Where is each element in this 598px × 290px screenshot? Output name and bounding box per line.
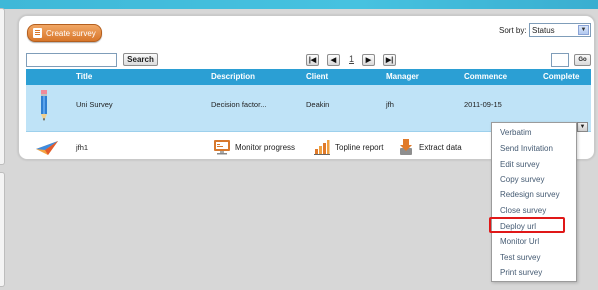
- menu-item-test-survey[interactable]: Test survey: [500, 253, 540, 262]
- column-client[interactable]: Client: [306, 72, 328, 81]
- row-manager: jfh: [386, 100, 394, 109]
- topline-report-action[interactable]: Topline report: [314, 139, 383, 155]
- extract-data-label: Extract data: [419, 142, 462, 152]
- menu-item-redesign-survey[interactable]: Redesign survey: [500, 190, 560, 199]
- left-side-tab-lower: [0, 172, 5, 287]
- sort-by-select[interactable]: Status ▼: [529, 23, 591, 37]
- row-description: Decision factor...: [211, 100, 267, 109]
- page-number[interactable]: 1: [349, 54, 354, 64]
- highlight-annotation: [489, 217, 565, 233]
- chevron-down-icon[interactable]: ▼: [578, 25, 589, 35]
- top-banner: [0, 0, 598, 9]
- action-menu-toggle[interactable]: ▼: [577, 122, 588, 132]
- column-commence[interactable]: Commence: [464, 72, 507, 81]
- go-button[interactable]: Go: [574, 54, 591, 66]
- row-commence: 2011-09-15: [464, 100, 502, 109]
- menu-item-monitor-url[interactable]: Monitor Url: [500, 237, 539, 246]
- topline-report-label: Topline report: [335, 142, 384, 152]
- create-survey-button[interactable]: Create survey: [27, 24, 102, 42]
- menu-item-edit-survey[interactable]: Edit survey: [500, 160, 540, 169]
- next-page-icon[interactable]: ▶: [362, 54, 375, 66]
- sort-by-value: Status: [532, 25, 555, 35]
- menu-item-close-survey[interactable]: Close survey: [500, 206, 546, 215]
- last-page-icon[interactable]: ▶|: [383, 54, 396, 66]
- row-title[interactable]: jfh1: [76, 143, 88, 152]
- prev-page-icon[interactable]: ◀: [327, 54, 340, 66]
- document-icon: [33, 28, 42, 38]
- table-header: Title Description Client Manager Commenc…: [26, 69, 591, 85]
- left-side-tab: [0, 8, 5, 165]
- column-description[interactable]: Description: [211, 72, 255, 81]
- menu-item-send-invitation[interactable]: Send Invitation: [500, 144, 553, 153]
- search-input[interactable]: [26, 53, 117, 67]
- extract-data-action[interactable]: Extract data: [398, 139, 462, 155]
- download-icon: [400, 139, 412, 155]
- survey-action-menu: Verbatim Send Invitation Edit survey Cop…: [491, 122, 577, 282]
- column-manager[interactable]: Manager: [386, 72, 419, 81]
- paper-plane-icon: [36, 141, 58, 155]
- search-button[interactable]: Search: [123, 53, 158, 66]
- monitor-progress-label: Monitor progress: [235, 142, 296, 152]
- monitor-progress-action[interactable]: Monitor progress: [214, 139, 295, 155]
- first-page-icon[interactable]: |◀: [306, 54, 319, 66]
- menu-item-copy-survey[interactable]: Copy survey: [500, 175, 544, 184]
- bar-chart-icon: [314, 140, 330, 155]
- row-title[interactable]: Uni Survey: [76, 100, 113, 109]
- column-complete[interactable]: Complete: [543, 72, 579, 81]
- sort-by-label: Sort by:: [499, 26, 527, 35]
- row-client: Deakin: [306, 100, 330, 109]
- pencil-icon: [41, 90, 47, 121]
- create-survey-label: Create survey: [46, 28, 96, 38]
- page-jump-input[interactable]: [551, 53, 569, 67]
- menu-item-print-survey[interactable]: Print survey: [500, 268, 542, 277]
- column-title[interactable]: Title: [76, 72, 92, 81]
- menu-item-verbatim[interactable]: Verbatim: [500, 128, 532, 137]
- monitor-icon: [214, 140, 230, 155]
